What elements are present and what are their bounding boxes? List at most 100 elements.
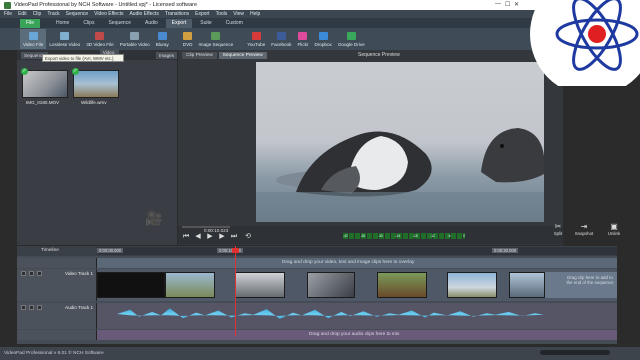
export-button[interactable]: Facebook [268, 29, 294, 49]
ribbon-tab[interactable]: Sequence [102, 19, 137, 28]
video-track-label: Video Track 1 [65, 271, 94, 276]
vu-labels: -42 -36 -30 -24 -18 -12 -6 0 [343, 234, 465, 238]
snapshot-label: Snapshot [574, 231, 594, 236]
export-button[interactable]: Dropbox [311, 29, 334, 49]
menu-item[interactable]: View [233, 11, 244, 17]
audio-track: Audio Track 1 [17, 303, 617, 329]
preview-title: Sequence Preview [358, 52, 400, 58]
film-icon [28, 31, 38, 40]
menu-item[interactable]: Video Effects [94, 11, 123, 17]
volume-icon[interactable] [37, 305, 42, 310]
ribbon-tab[interactable]: Export [165, 19, 193, 28]
end-drop-hint: Drag clip here to add to the end of the … [566, 275, 614, 285]
visibility-icon[interactable] [37, 271, 42, 276]
vu-label: -18 [412, 234, 418, 238]
split-button[interactable]: ✂ Split [548, 222, 568, 242]
vu-label: -42 [343, 234, 348, 238]
video-clip[interactable] [509, 272, 545, 298]
menu-item[interactable]: Edit [18, 11, 27, 17]
overlay-track[interactable]: Drag and drop your video, text and image… [17, 258, 617, 268]
media-thumb-wildlife[interactable] [73, 70, 119, 98]
media-thumb-img0180[interactable] [22, 70, 68, 98]
video-clip[interactable] [377, 272, 427, 298]
video-clip[interactable] [307, 272, 355, 298]
video-clip[interactable] [165, 272, 215, 298]
ribbon-tab[interactable]: File [20, 19, 40, 28]
export-button[interactable]: Google Drive [335, 29, 368, 49]
vu-label: -12 [430, 234, 436, 238]
export-button[interactable]: Image Sequence [195, 29, 236, 49]
zoom-slider[interactable] [540, 350, 610, 355]
lossless-icon [60, 31, 70, 40]
lock-icon[interactable] [29, 271, 34, 276]
export-button[interactable]: Lossless Video [46, 29, 83, 49]
audio-waveform[interactable] [117, 308, 557, 319]
play-icon[interactable]: ▶ [206, 233, 214, 241]
images-icon [211, 31, 221, 40]
loop-icon[interactable]: ⟲ [244, 233, 252, 241]
menu-item[interactable]: Clip [33, 11, 42, 17]
export-button[interactable]: 3D Video File [83, 29, 117, 49]
step-back-icon[interactable]: ◀ [194, 233, 202, 241]
dropbox-icon [318, 31, 328, 40]
video-clip[interactable] [97, 272, 165, 298]
vu-label: -30 [377, 234, 383, 238]
export-button[interactable]: DVD [180, 29, 196, 49]
export-button[interactable]: YouTube [244, 29, 268, 49]
menu-item[interactable]: Help [250, 11, 260, 17]
menu-item[interactable]: Tools [216, 11, 228, 17]
ribbon-tab[interactable]: Home [50, 19, 75, 28]
unlink-button[interactable]: ▣ Unlink [604, 222, 624, 242]
menu-item[interactable]: File [4, 11, 12, 17]
channel-logo [530, 0, 640, 86]
audio-drop-hint: Drag and drop your audio clips here to m… [309, 332, 400, 337]
step-forward-icon[interactable]: ▶ [218, 233, 226, 241]
playhead[interactable] [232, 246, 239, 336]
audio-track-label: Audio Track 1 [65, 305, 94, 310]
mute-icon[interactable] [21, 271, 26, 276]
export-button-label: DVD [182, 41, 193, 47]
status-text: VideoPad Professional v 6.01 © NCH Softw… [4, 351, 104, 356]
ribbon-tab[interactable]: Suite [194, 19, 217, 28]
export-button[interactable]: Bluray [153, 29, 172, 49]
camera-icon: 🎥 [145, 210, 163, 226]
close-icon[interactable]: ✕ [514, 1, 519, 8]
preview-controls: 0:00:10.023 ⏮ ◀ ▶ ▶ ⏭ ⟲ -42 -36 -30 -24 -18-… [178, 226, 563, 244]
snapshot-button[interactable]: ⇥ Snapshot [574, 222, 594, 242]
time-ruler[interactable]: 0:00:00.000 0:00:10.000 0:00:20.000 [97, 247, 617, 255]
menu-item[interactable]: Transitions [165, 11, 189, 17]
lock-icon[interactable] [29, 305, 34, 310]
tab-sequence-preview[interactable]: Sequence Preview [218, 52, 267, 59]
tab-clip-preview[interactable]: Clip Preview [182, 52, 217, 59]
menu-item[interactable]: Export [195, 11, 209, 17]
maximize-icon[interactable]: ☐ [505, 1, 510, 8]
youtube-icon [251, 31, 261, 40]
menu-item[interactable]: Audio Effects [129, 11, 158, 17]
audio-mix-track[interactable]: Drag and drop your audio clips here to m… [17, 330, 617, 340]
ribbon-tab[interactable]: Audio [139, 19, 164, 28]
go-end-icon[interactable]: ⏭ [230, 233, 238, 241]
video-clip[interactable] [447, 272, 497, 298]
export-button-label: Lossless Video [49, 41, 81, 47]
playhead-handle[interactable] [232, 248, 239, 253]
export-button[interactable]: Flickr [294, 29, 311, 49]
export-button[interactable]: Video File [20, 29, 47, 49]
overlay-track-head [17, 258, 97, 268]
ribbon-tab[interactable]: Custom [220, 19, 249, 28]
minimize-icon[interactable]: — [495, 1, 501, 7]
audio-track-head: Audio Track 1 [17, 303, 97, 329]
unlink-label: Unlink [607, 231, 621, 236]
menu-item[interactable]: Sequence [66, 11, 89, 17]
app-icon [4, 1, 11, 9]
scissors-icon: ✂ [554, 222, 562, 231]
video-clip[interactable] [235, 272, 285, 298]
menu-item[interactable]: Track [47, 11, 59, 17]
mute-icon[interactable] [21, 305, 26, 310]
tab-images[interactable]: Images [155, 51, 177, 59]
ribbon-tab[interactable]: Clips [77, 19, 100, 28]
snapshot-icon: ⇥ [580, 222, 588, 231]
audio-mix-track-head [17, 330, 97, 340]
vu-label: -24 [395, 234, 401, 238]
go-start-icon[interactable]: ⏮ [182, 233, 190, 241]
export-button[interactable]: Portable Video [117, 29, 153, 49]
